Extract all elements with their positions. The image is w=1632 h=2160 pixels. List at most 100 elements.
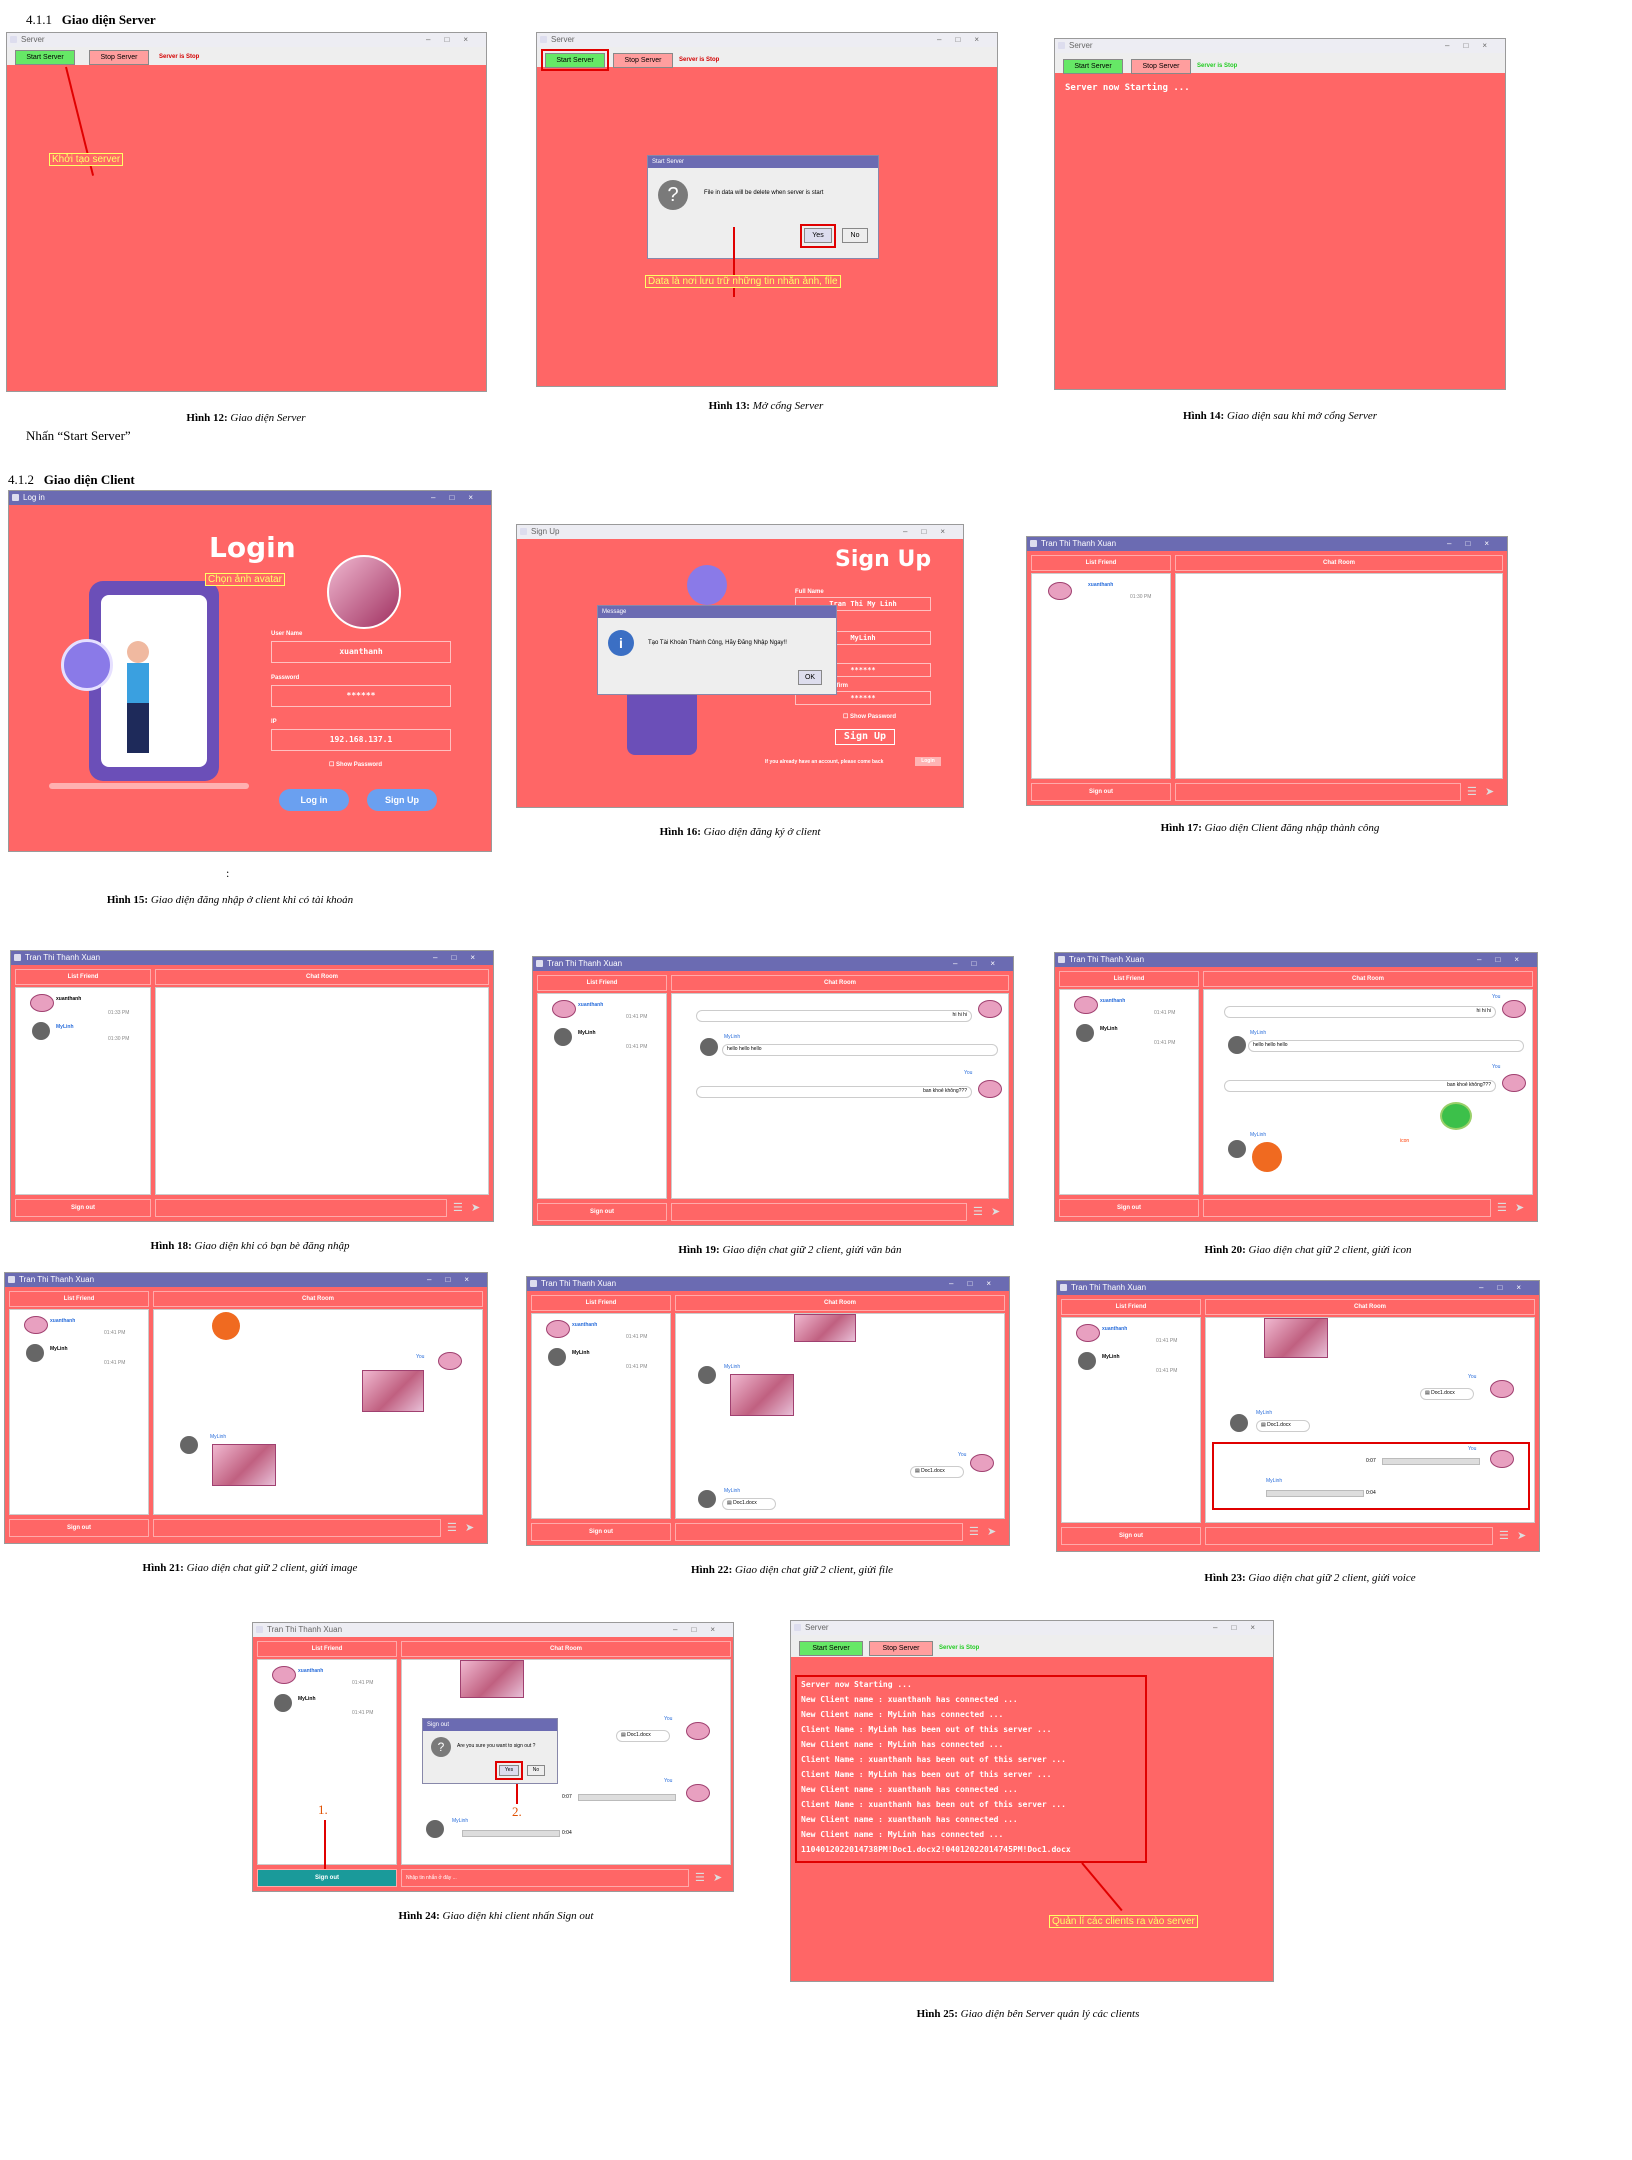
menu-icon[interactable]: ☰ <box>1497 1201 1507 1214</box>
signout-button[interactable]: Sign out <box>537 1203 667 1221</box>
stop-server-button[interactable]: Stop Server <box>1131 59 1191 74</box>
signout-button[interactable]: Sign out <box>1031 783 1171 801</box>
send-icon[interactable]: ➤ <box>1485 785 1494 798</box>
window-controls[interactable]: –□× <box>1479 1281 1535 1295</box>
signout-button[interactable]: Sign out <box>257 1869 397 1887</box>
voice-player[interactable] <box>1266 1490 1364 1497</box>
file-attachment[interactable]: ▤ Doc1.docx <box>1256 1420 1310 1432</box>
voice-player[interactable] <box>462 1830 560 1837</box>
signout-button[interactable]: Sign out <box>15 1199 151 1217</box>
signout-button[interactable]: Sign out <box>531 1523 671 1541</box>
friend-name[interactable]: xuanthanh <box>1088 582 1113 588</box>
received-image[interactable] <box>212 1444 276 1486</box>
file-attachment[interactable]: ▤ Doc1.docx <box>616 1730 670 1742</box>
window-controls[interactable]: –□× <box>953 957 1009 971</box>
send-icon[interactable]: ➤ <box>987 1525 996 1538</box>
send-icon[interactable]: ➤ <box>713 1871 722 1884</box>
sent-image[interactable] <box>362 1370 424 1412</box>
window-controls[interactable]: –□× <box>426 33 482 47</box>
message-input[interactable] <box>1175 783 1461 801</box>
window-controls[interactable]: –□× <box>1447 537 1503 551</box>
message-input[interactable] <box>671 1203 967 1221</box>
avatar-picker[interactable] <box>327 555 401 629</box>
window-controls[interactable]: –□× <box>1445 39 1501 53</box>
username-field[interactable]: xuanthanh <box>271 641 451 663</box>
file-attachment[interactable]: ▤ Doc1.docx <box>910 1466 964 1478</box>
received-image[interactable] <box>460 1660 524 1698</box>
message-input[interactable] <box>155 1199 447 1217</box>
no-button[interactable]: No <box>842 228 868 243</box>
received-image[interactable] <box>730 1374 794 1416</box>
server-log-line: New Client name : MyLinh has connected .… <box>801 1710 1004 1719</box>
list-friend-header: List Friend <box>257 1641 397 1657</box>
message-input[interactable] <box>1203 1199 1491 1217</box>
window-controls[interactable]: –□× <box>937 33 993 47</box>
signup-button[interactable]: Sign Up <box>367 789 437 811</box>
send-icon[interactable]: ➤ <box>1515 1201 1524 1214</box>
window-controls[interactable]: –□× <box>433 951 489 965</box>
signout-button[interactable]: Sign out <box>9 1519 149 1537</box>
caption-h24: Hình 24: Giao diện khi client nhấn Sign … <box>398 1910 594 1922</box>
friend-name[interactable]: MyLinh <box>298 1696 316 1702</box>
friend-list: xuanthanh 01:41 PM MyLinh 01:41 PM <box>537 993 667 1199</box>
no-button[interactable]: No <box>527 1765 545 1776</box>
message-input[interactable]: Nhập tin nhắn ở đây ... <box>401 1869 689 1887</box>
window-controls[interactable]: –□× <box>1213 1621 1269 1635</box>
menu-icon[interactable]: ☰ <box>695 1871 705 1884</box>
send-icon[interactable]: ➤ <box>1517 1529 1526 1542</box>
start-server-button[interactable]: Start Server <box>15 50 75 65</box>
friend-name[interactable]: MyLinh <box>1100 1026 1118 1032</box>
friend-name[interactable]: MyLinh <box>578 1030 596 1036</box>
window-controls[interactable]: –□× <box>427 1273 483 1287</box>
menu-icon[interactable]: ☰ <box>1499 1529 1509 1542</box>
stop-server-button[interactable]: Stop Server <box>89 50 149 65</box>
file-attachment[interactable]: ▤ Doc1.docx <box>1420 1388 1474 1400</box>
menu-icon[interactable]: ☰ <box>447 1521 457 1534</box>
friend-name[interactable]: xuanthanh <box>298 1668 323 1674</box>
stop-server-button[interactable]: Stop Server <box>869 1641 933 1656</box>
signout-button[interactable]: Sign out <box>1059 1199 1199 1217</box>
voice-player[interactable] <box>1382 1458 1480 1465</box>
back-login-button[interactable]: Login <box>915 757 941 766</box>
window-controls[interactable]: –□× <box>903 525 959 539</box>
friend-name[interactable]: MyLinh <box>56 1024 74 1030</box>
menu-icon[interactable]: ☰ <box>1467 785 1477 798</box>
password-field[interactable]: ****** <box>271 685 451 707</box>
friend-name[interactable]: MyLinh <box>50 1346 68 1352</box>
friend-name[interactable]: xuanthanh <box>1100 998 1125 1004</box>
friend-name[interactable]: xuanthanh <box>56 996 81 1002</box>
friend-name[interactable]: MyLinh <box>1102 1354 1120 1360</box>
friend-name[interactable]: MyLinh <box>572 1350 590 1356</box>
send-icon[interactable]: ➤ <box>465 1521 474 1534</box>
friend-name[interactable]: xuanthanh <box>578 1002 603 1008</box>
message-input[interactable] <box>153 1519 441 1537</box>
voice-player[interactable] <box>578 1794 676 1801</box>
send-icon[interactable]: ➤ <box>471 1201 480 1214</box>
window-controls[interactable]: –□× <box>1477 953 1533 967</box>
message-input[interactable] <box>675 1523 963 1541</box>
signout-button[interactable]: Sign out <box>1061 1527 1201 1545</box>
window-controls[interactable]: –□× <box>949 1277 1005 1291</box>
start-server-button[interactable]: Start Server <box>799 1641 863 1656</box>
friend-name[interactable]: xuanthanh <box>1102 1326 1127 1332</box>
file-attachment[interactable]: ▤ Doc1.docx <box>722 1498 776 1510</box>
send-icon[interactable]: ➤ <box>991 1205 1000 1218</box>
start-server-button[interactable]: Start Server <box>1063 59 1123 74</box>
signup-submit-button[interactable]: Sign Up <box>835 729 895 745</box>
friend-name[interactable]: xuanthanh <box>572 1322 597 1328</box>
ip-field[interactable]: 192.168.137.1 <box>271 729 451 751</box>
ok-button[interactable]: OK <box>798 670 822 685</box>
login-button[interactable]: Log in <box>279 789 349 811</box>
show-password-checkbox[interactable]: ☐ Show Password <box>843 713 896 720</box>
menu-icon[interactable]: ☰ <box>969 1525 979 1538</box>
window-controls[interactable]: –□× <box>431 491 487 505</box>
friend-name[interactable]: xuanthanh <box>50 1318 75 1324</box>
menu-icon[interactable]: ☰ <box>453 1201 463 1214</box>
stop-server-button[interactable]: Stop Server <box>613 53 673 68</box>
sent-image[interactable] <box>794 1314 856 1342</box>
window-controls[interactable]: –□× <box>673 1623 729 1637</box>
show-password-checkbox[interactable]: ☐ Show Password <box>329 761 382 768</box>
received-image[interactable] <box>1264 1318 1328 1358</box>
message-input[interactable] <box>1205 1527 1493 1545</box>
menu-icon[interactable]: ☰ <box>973 1205 983 1218</box>
